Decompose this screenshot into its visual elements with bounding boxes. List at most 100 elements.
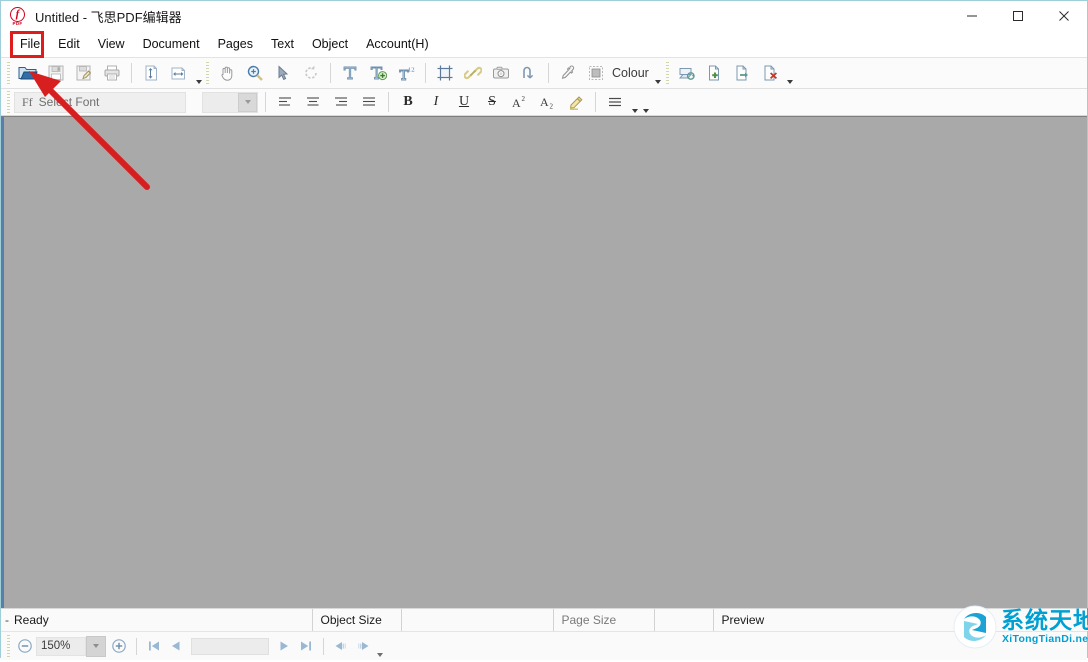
navigation-bar: 150% <box>1 631 1087 660</box>
main-toolbar: 123 <box>1 58 1087 89</box>
italic-button[interactable]: I <box>422 90 450 114</box>
first-page-icon[interactable] <box>143 635 165 657</box>
toolbar-grip-3[interactable] <box>666 62 669 84</box>
eyedropper-icon[interactable] <box>554 59 582 87</box>
fontbar-overflow-chevron-down-icon[interactable] <box>640 87 651 118</box>
align-center-icon[interactable] <box>299 90 327 114</box>
select-tool-icon[interactable] <box>269 59 297 87</box>
save-as-icon[interactable] <box>70 59 98 87</box>
fontbar-separator-3 <box>595 92 596 112</box>
shape-icon[interactable] <box>515 59 543 87</box>
zoom-value[interactable]: 150% <box>36 637 86 656</box>
edit-text-icon[interactable] <box>364 59 392 87</box>
font-icon: Ff <box>15 95 39 110</box>
watermark-chinese-text: 系统天地 <box>1001 601 1088 635</box>
toolbar-separator-2 <box>330 63 331 83</box>
navbar-separator <box>136 638 137 655</box>
rotate-icon[interactable] <box>297 59 325 87</box>
insert-page-icon[interactable] <box>701 59 729 87</box>
menu-edit[interactable]: Edit <box>49 33 89 55</box>
delete-page-icon[interactable] <box>757 59 785 87</box>
status-bar: - Ready Object Size Page Size Preview <box>1 608 1087 631</box>
watermark-english-text: XiTongTianDi.net <box>1002 633 1088 645</box>
link-icon[interactable] <box>459 59 487 87</box>
toolbar-separator <box>131 63 132 83</box>
colour-chevron-down-icon[interactable] <box>653 58 664 89</box>
bold-button[interactable]: B <box>394 90 422 114</box>
last-page-icon[interactable] <box>295 635 317 657</box>
maximize-button[interactable] <box>995 1 1041 31</box>
align-left-icon[interactable] <box>271 90 299 114</box>
page-options-chevron-down-icon[interactable] <box>785 58 796 89</box>
page-size-value <box>654 609 713 631</box>
svg-text:A: A <box>540 95 549 109</box>
svg-text:2: 2 <box>550 103 554 110</box>
zoom-tool-icon[interactable] <box>241 59 269 87</box>
text-order-icon[interactable]: 123 <box>392 59 420 87</box>
close-button[interactable] <box>1041 1 1087 31</box>
menu-bar: File Edit View Document Pages Text Objec… <box>1 31 1087 58</box>
fontbar-separator <box>265 92 266 112</box>
window-title: Untitled - 飞思PDF编辑器 <box>35 7 182 26</box>
font-family-input[interactable]: Ff Select Font <box>14 92 186 113</box>
line-spacing-icon[interactable] <box>601 90 629 114</box>
svg-text:2: 2 <box>522 95 526 103</box>
font-size-chevron-down-icon[interactable] <box>238 93 257 112</box>
colour-swatch[interactable] <box>582 59 610 87</box>
highlight-icon[interactable] <box>562 90 590 114</box>
fontbar-grip[interactable] <box>7 91 10 113</box>
title-bar: f PDF Untitled - 飞思PDF编辑器 <box>1 1 1087 31</box>
subscript-icon[interactable]: A 2 <box>534 90 562 114</box>
crop-icon[interactable] <box>431 59 459 87</box>
minimize-button[interactable] <box>949 1 995 31</box>
page-size-label: Page Size <box>553 609 654 631</box>
navbar-grip[interactable] <box>7 635 10 657</box>
extract-page-icon[interactable] <box>729 59 757 87</box>
prev-view-icon[interactable] <box>330 635 352 657</box>
object-size-label: Object Size <box>312 609 401 631</box>
menu-account[interactable]: Account(H) <box>357 33 438 55</box>
zoom-chevron-down-icon[interactable] <box>86 636 106 657</box>
add-text-icon[interactable] <box>336 59 364 87</box>
navbar-overflow-chevron-down-icon[interactable] <box>374 631 385 662</box>
svg-text:A: A <box>512 96 521 109</box>
fit-page-height-icon[interactable] <box>137 59 165 87</box>
menu-file[interactable]: File <box>11 33 49 55</box>
font-placeholder: Select Font <box>39 95 100 109</box>
align-right-icon[interactable] <box>327 90 355 114</box>
hand-tool-icon[interactable] <box>213 59 241 87</box>
preview-label: Preview <box>713 609 790 631</box>
document-canvas[interactable] <box>1 116 1087 608</box>
zoom-out-icon[interactable] <box>14 635 36 657</box>
menu-document[interactable]: Document <box>134 33 209 55</box>
font-size-input[interactable] <box>202 92 258 113</box>
rotate-page-icon[interactable] <box>673 59 701 87</box>
next-page-icon[interactable] <box>273 635 295 657</box>
print-icon[interactable] <box>98 59 126 87</box>
menu-pages[interactable]: Pages <box>209 33 262 55</box>
menu-view[interactable]: View <box>89 33 134 55</box>
zoom-in-icon[interactable] <box>108 635 130 657</box>
menu-object[interactable]: Object <box>303 33 357 55</box>
line-spacing-chevron-down-icon[interactable] <box>629 87 640 118</box>
font-toolbar: Ff Select Font <box>1 89 1087 116</box>
fit-options-chevron-down-icon[interactable] <box>193 58 204 89</box>
prev-page-icon[interactable] <box>165 635 187 657</box>
strikethrough-button[interactable]: S <box>478 90 506 114</box>
fit-page-width-icon[interactable] <box>165 59 193 87</box>
save-icon[interactable] <box>42 59 70 87</box>
page-number-input[interactable] <box>191 638 269 655</box>
toolbar-separator-3 <box>425 63 426 83</box>
underline-button[interactable]: U <box>450 90 478 114</box>
align-justify-icon[interactable] <box>355 90 383 114</box>
menu-text[interactable]: Text <box>262 33 303 55</box>
toolbar-grip-2[interactable] <box>206 62 209 84</box>
watermark-logo-icon <box>953 605 997 649</box>
image-icon[interactable] <box>487 59 515 87</box>
navbar-separator-2 <box>323 638 324 655</box>
toolbar-grip[interactable] <box>7 62 10 84</box>
superscript-icon[interactable]: A 2 <box>506 90 534 114</box>
open-icon[interactable] <box>14 59 42 87</box>
status-dash: - <box>1 609 14 631</box>
next-view-icon[interactable] <box>352 635 374 657</box>
